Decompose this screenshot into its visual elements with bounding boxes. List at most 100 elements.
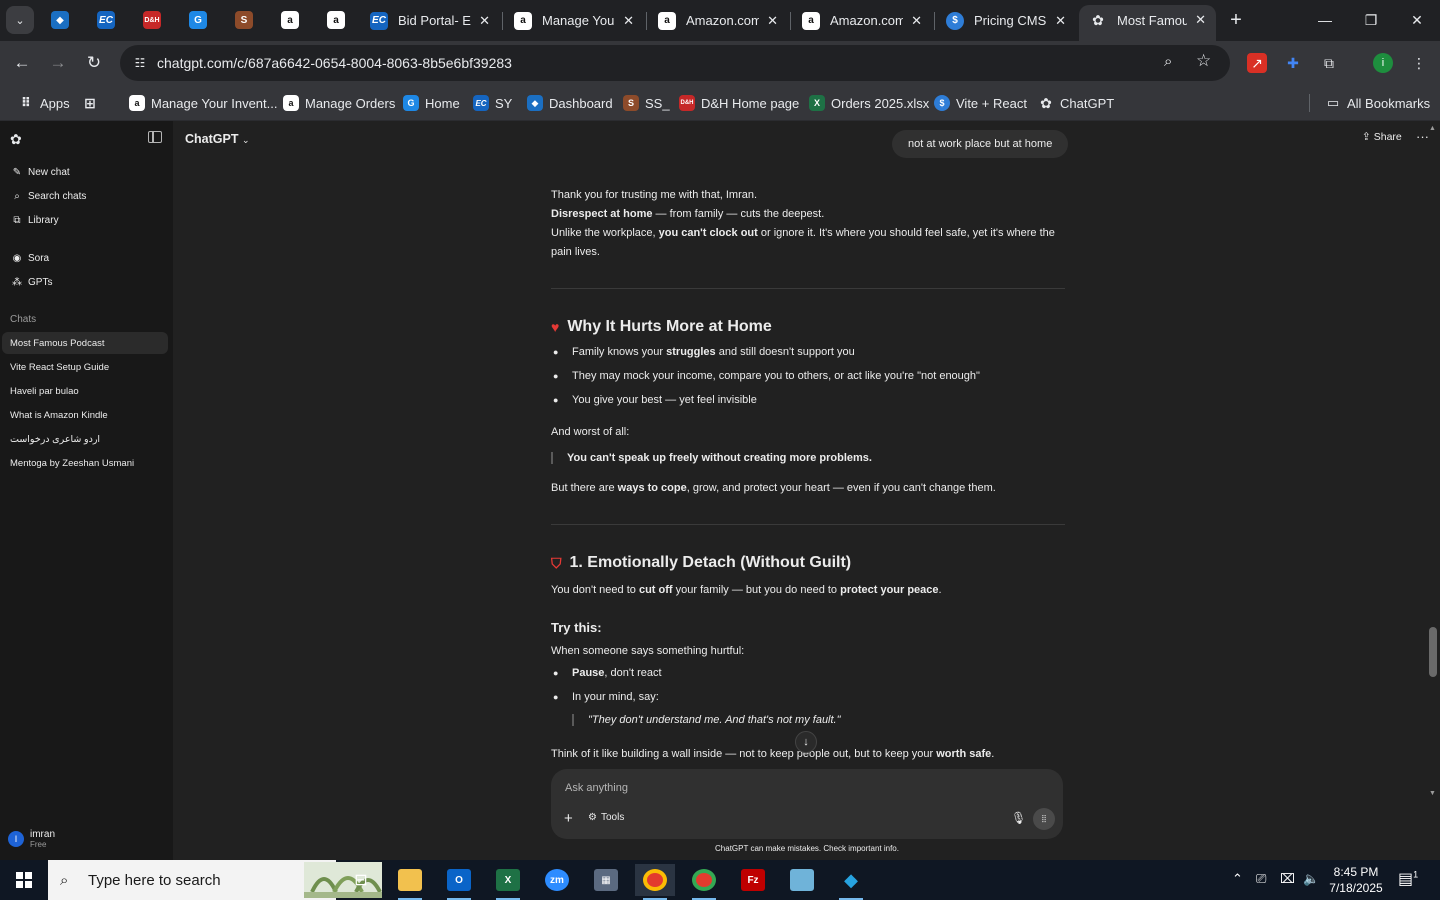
taskbar-search[interactable]: ⌕ <box>48 860 382 900</box>
tab-pricing-cms[interactable]: $ Pricing CMS ✕ <box>936 5 1076 36</box>
chrome-button-active[interactable] <box>635 864 675 900</box>
kebab-menu-icon[interactable]: ⋮ <box>1409 53 1429 73</box>
chrome-button[interactable] <box>684 864 724 900</box>
bookmark-vite-react[interactable]: $ Vite + React <box>934 91 1027 115</box>
close-icon[interactable]: ✕ <box>911 13 922 29</box>
close-window-button[interactable]: ✕ <box>1394 0 1440 40</box>
new-chat-button[interactable]: ✎ New chat <box>0 161 169 183</box>
excel-button[interactable]: X <box>488 864 528 900</box>
chat-item-urdu-poetry[interactable]: اردو شاعری درخواست <box>2 428 168 450</box>
chat-item-mentoga[interactable]: Mentoga by Zeeshan Usmani <box>2 452 168 474</box>
close-icon[interactable]: ✕ <box>1055 13 1066 29</box>
plus-icon[interactable]: + <box>564 810 573 827</box>
file-explorer-button[interactable] <box>390 864 430 900</box>
restore-button[interactable]: ❐ <box>1348 0 1394 40</box>
new-tab-button[interactable]: + <box>1224 8 1248 32</box>
bookmark-sy[interactable]: EC SY <box>473 91 512 115</box>
pinned-tab[interactable]: ◆ <box>46 8 74 32</box>
kite-app-button[interactable]: ◆ <box>831 864 871 900</box>
show-hidden-icons-icon[interactable]: ⌃ <box>1232 871 1243 887</box>
close-icon[interactable]: ✕ <box>1195 12 1206 28</box>
profile-avatar[interactable]: i <box>1373 53 1393 73</box>
microphone-icon[interactable]: 🎙 <box>1011 811 1026 825</box>
reload-button[interactable]: ↻ <box>82 51 106 75</box>
chat-item-haveli-par-bulao[interactable]: Haveli par bulao <box>2 380 168 402</box>
tab-search-button[interactable]: ⌄ <box>6 6 34 34</box>
back-button[interactable]: ← <box>10 51 34 75</box>
voice-mode-button[interactable]: ⦙⦙ <box>1033 808 1055 830</box>
zoom-button[interactable]: zm <box>537 864 577 896</box>
scrollbar-thumb[interactable] <box>1429 627 1437 677</box>
bookmark-manage-inventory[interactable]: a Manage Your Invent... <box>129 91 277 115</box>
volume-icon[interactable]: 🔈 <box>1303 871 1319 887</box>
tab-amazon-2[interactable]: a Amazon.com ✕ <box>792 5 932 36</box>
tab-manage-your[interactable]: a Manage Your ✕ <box>504 5 644 36</box>
bookmark-home[interactable]: G Home <box>403 91 460 115</box>
bookmark-grid[interactable]: ⊞ <box>82 91 104 115</box>
model-selector[interactable]: ChatGPT ⌄ <box>185 132 250 146</box>
bookmark-apps[interactable]: ⠿ Apps <box>18 91 70 115</box>
bookmark-manage-orders[interactable]: a Manage Orders <box>283 91 395 115</box>
tab-bid-portal[interactable]: EC Bid Portal- EC ✕ <box>360 5 500 36</box>
site-info-icon[interactable]: ☷ <box>128 51 152 75</box>
chat-item-amazon-kindle[interactable]: What is Amazon Kindle <box>2 404 168 426</box>
address-bar[interactable]: ☷ chatgpt.com/c/687a6642-0654-8004-8063-… <box>120 45 1230 81</box>
url-text[interactable]: chatgpt.com/c/687a6642-0654-8004-8063-8b… <box>157 55 512 71</box>
calculator-button[interactable]: ▦ <box>586 864 626 896</box>
extension-puzzle-color-icon[interactable]: ✚ <box>1283 53 1303 73</box>
all-bookmarks[interactable]: ▭ All Bookmarks <box>1325 91 1430 115</box>
user-account[interactable]: I imran Free <box>8 829 55 849</box>
task-view-button[interactable]: ⊟ <box>341 864 381 896</box>
dollar-icon: $ <box>934 95 950 111</box>
tools-button[interactable]: ⚙ Tools <box>588 812 624 823</box>
pinned-tab[interactable]: D&H <box>138 8 166 32</box>
notepad-button[interactable] <box>782 864 822 896</box>
start-button[interactable] <box>0 860 48 900</box>
zoom-icon[interactable]: ⌕ <box>1164 53 1172 70</box>
pinned-tab[interactable]: G <box>184 8 212 32</box>
bookmark-dashboard[interactable]: ◆ Dashboard <box>527 91 613 115</box>
pinned-tab[interactable]: a <box>276 8 304 32</box>
scroll-to-bottom-button[interactable]: ↓ <box>795 731 817 753</box>
system-clock[interactable]: 8:45 PM 7/18/2025 <box>1324 864 1388 896</box>
taskbar-search-input[interactable] <box>88 871 288 889</box>
bookmark-star-icon[interactable]: ☆ <box>1196 51 1211 71</box>
outlook-button[interactable]: O <box>439 864 479 900</box>
bookmark-dh-home[interactable]: D&H D&H Home page <box>679 91 799 115</box>
tab-most-famous[interactable]: ✿ Most Famous ✕ <box>1079 5 1216 41</box>
bookmark-orders-2025[interactable]: X Orders 2025.xlsx <box>809 91 929 115</box>
forward-button[interactable]: → <box>46 51 70 75</box>
search-chats-button[interactable]: ⌕ Search chats <box>0 185 169 207</box>
notification-center-icon[interactable]: ▤1 <box>1398 869 1418 889</box>
close-icon[interactable]: ✕ <box>623 13 634 29</box>
share-button[interactable]: ⇪ Share <box>1362 131 1402 143</box>
user-plan: Free <box>30 840 47 849</box>
scroll-up-arrow-icon[interactable]: ▲ <box>1429 125 1436 132</box>
pinned-tab[interactable]: a <box>322 8 350 32</box>
extension-pdf-icon[interactable]: ↗ <box>1247 53 1267 73</box>
prompt-input[interactable] <box>565 779 1005 797</box>
minimize-button[interactable]: — <box>1302 0 1348 40</box>
outlook-icon: O <box>447 869 471 891</box>
more-options-icon[interactable]: ··· <box>1416 129 1429 144</box>
filezilla-button[interactable]: Fz <box>733 864 773 896</box>
close-icon[interactable]: ✕ <box>479 13 490 29</box>
extensions-icon[interactable]: ⧉ <box>1319 53 1339 73</box>
close-icon[interactable]: ✕ <box>767 13 778 29</box>
pinned-tab[interactable]: EC <box>92 8 120 32</box>
scroll-down-arrow-icon[interactable]: ▼ <box>1429 790 1436 797</box>
chat-item-most-famous-podcast[interactable]: Most Famous Podcast <box>2 332 168 354</box>
chat-item-vite-react-setup[interactable]: Vite React Setup Guide <box>2 356 168 378</box>
pinned-tab[interactable]: S <box>230 8 258 32</box>
network-icon[interactable]: ⌧ <box>1280 871 1295 887</box>
security-alert-icon[interactable]: ⎚ <box>1256 871 1266 887</box>
chatgpt-logo-icon[interactable]: ✿ <box>10 131 22 148</box>
library-button[interactable]: ⧉ Library <box>0 209 169 231</box>
gpts-button[interactable]: ⁂ GPTs <box>0 271 169 293</box>
sora-button[interactable]: ◉ Sora <box>0 247 169 269</box>
sidebar-toggle-icon[interactable] <box>148 131 162 143</box>
bookmark-ss[interactable]: S SS_ <box>623 91 670 115</box>
bookmark-chatgpt[interactable]: ✿ ChatGPT <box>1038 91 1114 115</box>
folder-icon <box>398 869 422 891</box>
tab-amazon-1[interactable]: a Amazon.com ✕ <box>648 5 788 36</box>
